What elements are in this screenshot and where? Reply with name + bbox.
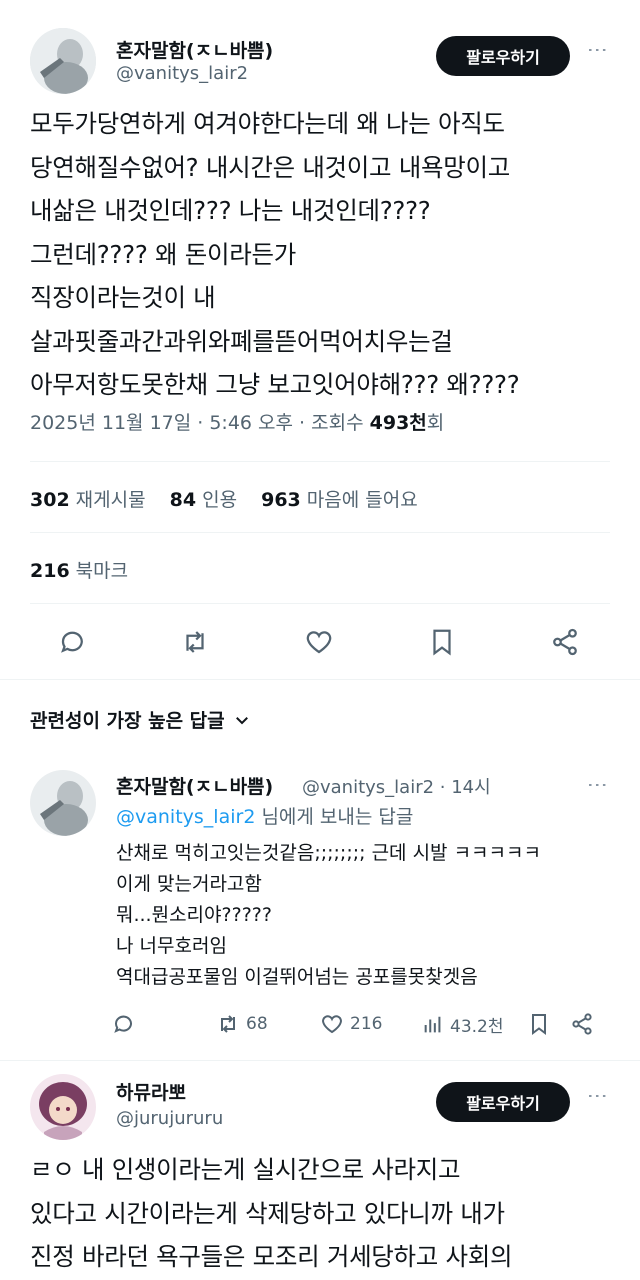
reply-avatar[interactable] <box>30 770 96 836</box>
reply-to-link[interactable]: @vanitys_lair2 <box>116 806 255 828</box>
more-options-icon[interactable]: ⋮ <box>586 775 610 796</box>
chevron-down-icon <box>235 716 248 724</box>
reply2-text: ㄹㅇ 내 인생이라는게 실시간으로 사라지고 있다고 시간이라는게 삭제당하고 … <box>30 1148 630 1279</box>
reply-author-name[interactable]: 혼자말함(ㅈㄴ바쁨) <box>116 772 273 799</box>
reply-action[interactable] <box>58 627 88 657</box>
bookmarks-stat[interactable]: 216 북마크 <box>30 556 146 583</box>
engagement-stats: 302 재게시물 84 인용 963 마음에 들어요 <box>30 485 436 512</box>
more-options-icon[interactable]: ⋮ <box>586 40 610 61</box>
author-handle[interactable]: @vanitys_lair2 <box>116 63 248 84</box>
bookmark-icon <box>433 629 451 656</box>
author-avatar[interactable] <box>30 28 96 94</box>
repost-action[interactable] <box>180 627 210 657</box>
likes-stat[interactable]: 963 마음에 들어요 <box>261 489 436 511</box>
reply2-avatar[interactable] <box>30 1074 96 1140</box>
tweet-line: 모두가당연하게 여겨야한다는데 왜 나는 아직도 <box>30 109 505 138</box>
repost-icon <box>186 631 204 653</box>
tweet-line: 내삶은 내것인데??? 나는 내것인데???? <box>30 196 431 225</box>
reply-icon <box>61 631 83 653</box>
tweet-text: 모두가당연하게 여겨야한다는데 왜 나는 아직도 당연해질수없어? 내시간은 내… <box>30 102 630 407</box>
reposts-count: 302 <box>30 489 70 511</box>
reply-to-suffix: 님에게 보내는 답글 <box>255 806 414 828</box>
divider <box>30 532 610 533</box>
bookmarks-label: 북마크 <box>75 560 129 582</box>
tweet-line: 그런데???? 왜 돈이라든가 <box>30 239 296 269</box>
divider <box>0 679 640 680</box>
tweet-meta: 2025년 11월 17일 · 5:46 오후 · 조회수 493천회 <box>30 408 444 435</box>
reply-line: 뭐...뭔소리야????? <box>116 904 272 926</box>
share-action[interactable] <box>550 627 580 657</box>
bookmark-icon <box>532 1014 546 1035</box>
share-icon <box>553 628 577 656</box>
reply-like-action[interactable]: 216 <box>320 1012 382 1036</box>
share-icon <box>572 1013 592 1035</box>
reply2-follow-button[interactable]: 팔로우하기 <box>436 1082 570 1122</box>
follow-button[interactable]: 팔로우하기 <box>436 36 570 76</box>
tweet-line: 아무저항도못한채 그냥 보고잇어야해??? 왜???? <box>30 370 520 399</box>
reply2-line: ㄹㅇ 내 인생이라는게 실시간으로 사라지고 <box>30 1155 461 1184</box>
tweet-line: 당연해질수없어? 내시간은 내것이고 내욕망이고 <box>30 152 510 182</box>
reply-share-action[interactable] <box>570 1012 594 1036</box>
bookmarks-count: 216 <box>30 560 70 582</box>
divider <box>30 603 610 604</box>
reply-line: 역대급공포물임 이걸뛰어넘는 공포를못찾겟음 <box>116 966 478 988</box>
divider <box>0 1060 640 1061</box>
reply-reply-action[interactable] <box>112 1012 136 1036</box>
tweet-views: 493천 <box>369 412 427 434</box>
reply2-line: 있다고 시간이라는게 삭제당하고 있다니까 내가 <box>30 1198 505 1228</box>
more-options-icon[interactable]: ⋮ <box>586 1086 610 1107</box>
sort-label: 관련성이 가장 높은 답글 <box>30 710 225 732</box>
like-action[interactable] <box>304 627 334 657</box>
quotes-label: 인용 <box>202 489 238 511</box>
reply-icon <box>114 1015 132 1033</box>
quotes-stat[interactable]: 84 인용 <box>170 489 255 511</box>
quotes-count: 84 <box>169 489 197 511</box>
reply2-author-name[interactable]: 하뮤라뽀 <box>116 1078 186 1105</box>
reply-views-action[interactable]: 43.2천 <box>422 1012 504 1037</box>
tweet-line: 직장이라는것이 내 <box>30 283 216 312</box>
reply-views-count: 43.2천 <box>450 1017 504 1037</box>
heart-icon <box>306 631 332 654</box>
repost-icon <box>221 1015 235 1033</box>
bookmark-action[interactable] <box>427 627 457 657</box>
reply-repost-count: 68 <box>246 1014 268 1034</box>
reply2-author-handle[interactable]: @jurujururu <box>116 1108 223 1129</box>
reply-to-line: @vanitys_lair2 님에게 보내는 답글 <box>116 802 413 833</box>
reposts-stat[interactable]: 302 재게시물 <box>30 489 164 511</box>
reply-line: 이게 맞는거라고함 <box>116 873 262 895</box>
reply-repost-action[interactable]: 68 <box>216 1012 268 1036</box>
views-chart-icon <box>424 1016 441 1032</box>
reply-like-count: 216 <box>350 1014 383 1034</box>
reply-bookmark-action[interactable] <box>527 1012 551 1036</box>
heart-icon <box>322 1015 342 1034</box>
tweet-views-suffix: 회 <box>426 412 445 434</box>
reply-line: 나 너무호러임 <box>116 935 227 957</box>
reply-sort-dropdown[interactable]: 관련성이 가장 높은 답글 <box>30 706 251 733</box>
reply-handle-time[interactable]: @vanitys_lair2 · 14시 <box>302 773 491 799</box>
author-name[interactable]: 혼자말함(ㅈㄴ바쁨) <box>116 36 273 63</box>
divider <box>30 461 610 462</box>
tweet-date[interactable]: 2025년 11월 17일 · 5:46 오후 · 조회수 <box>30 412 370 434</box>
reply-line: 산채로 먹히고잇는것같음;;;;;;;; 근데 시발 ㅋㅋㅋㅋㅋ <box>116 842 541 864</box>
reply-text: 산채로 먹히고잇는것같음;;;;;;;; 근데 시발 ㅋㅋㅋㅋㅋ 이게 맞는거라… <box>116 838 541 993</box>
likes-count: 963 <box>261 489 301 511</box>
tweet-line: 살과핏줄과간과위와폐를뜯어먹어치우는걸 <box>30 326 453 356</box>
reposts-label: 재게시물 <box>75 489 146 511</box>
likes-label: 마음에 들어요 <box>306 489 418 511</box>
reply2-line: 진정 바라던 욕구들은 모조리 거세당하고 사회의 <box>30 1242 513 1271</box>
